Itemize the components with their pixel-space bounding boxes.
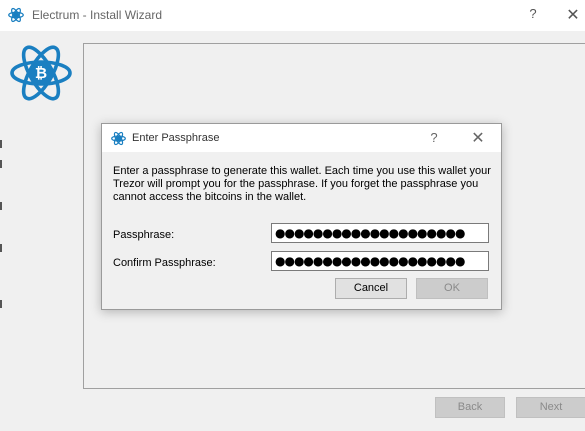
cancel-button[interactable]: Cancel [335, 278, 407, 299]
dialog-message: Enter a passphrase to generate this wall… [113, 165, 491, 203]
confirm-passphrase-input[interactable]: ●●●●●●●●●●●●●●●●●●●● [271, 251, 489, 271]
confirm-passphrase-label: Confirm Passphrase: [113, 257, 216, 269]
electrum-logo: ₿ [10, 45, 72, 101]
close-icon[interactable]: ✕ [566, 5, 580, 25]
electrum-logo-icon [111, 131, 126, 146]
passphrase-label: Passphrase: [113, 229, 175, 241]
passphrase-dialog: Enter Passphrase ? ✕ Enter a passphrase … [101, 123, 502, 310]
dialog-title: Enter Passphrase [132, 132, 220, 144]
ok-button[interactable]: OK [416, 278, 488, 299]
window-titlebar: Electrum - Install Wizard ? ✕ [0, 0, 585, 31]
back-button[interactable]: Back [435, 397, 505, 418]
window-title: Electrum - Install Wizard [32, 8, 163, 22]
dialog-titlebar: Enter Passphrase ? ✕ [102, 124, 501, 152]
left-edge-artifact [0, 140, 2, 310]
help-icon[interactable]: ? [526, 6, 540, 21]
electrum-logo-icon [8, 7, 24, 23]
dialog-close-icon[interactable]: ✕ [471, 128, 485, 148]
svg-text:₿: ₿ [35, 64, 47, 82]
passphrase-input[interactable]: ●●●●●●●●●●●●●●●●●●●● [271, 223, 489, 243]
dialog-help-icon[interactable]: ? [428, 130, 440, 145]
next-button[interactable]: Next [516, 397, 585, 418]
